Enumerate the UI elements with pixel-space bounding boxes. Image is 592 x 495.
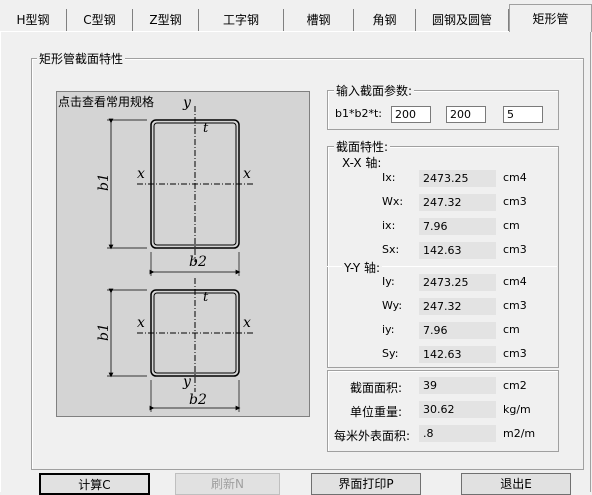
surface-label: 每米外表面积: <box>334 429 411 443</box>
wx-value: 247.32 <box>419 194 496 211</box>
thickness-label-2: t <box>203 290 209 305</box>
b2-input[interactable]: 200 <box>446 106 486 123</box>
calculate-button[interactable]: 计算C <box>39 473 150 495</box>
sx-unit: cm3 <box>503 243 527 256</box>
ix-moment-label: Ix: <box>382 171 396 184</box>
section-drawing <box>107 106 253 412</box>
iy-radius-value: 7.96 <box>419 322 496 339</box>
iy-moment-unit: cm4 <box>503 275 527 288</box>
input-group-title: 输入截面参数: <box>334 82 415 99</box>
tab-bar: H型钢 C型钢 Z型钢 工字钢 槽钢 角钢 圆钢及圆管 矩形管 <box>0 0 592 32</box>
exit-button[interactable]: 退出E <box>461 473 571 495</box>
b2-label-top: b2 <box>189 254 207 270</box>
axis-x-right-label: x <box>243 166 251 182</box>
area-value: 39 <box>419 377 496 394</box>
properties-title: 截面特性: <box>334 138 391 155</box>
sy-unit: cm3 <box>503 347 527 360</box>
ix-radius-unit: cm <box>503 219 520 232</box>
xx-axis-label: X-X 轴: <box>342 156 382 170</box>
thickness-label: t <box>203 121 209 136</box>
wy-unit: cm3 <box>503 299 527 312</box>
tab-c-steel[interactable]: C型钢 <box>67 9 133 31</box>
sx-label: Sx: <box>382 243 400 256</box>
t-input[interactable]: 5 <box>503 106 543 123</box>
tab-rect-tube[interactable]: 矩形管 <box>509 4 592 32</box>
b1-input[interactable]: 200 <box>391 106 431 123</box>
sy-value: 142.63 <box>419 346 496 363</box>
b2-label-bottom: b2 <box>189 392 207 408</box>
iy-moment-label: Iy: <box>382 275 395 288</box>
weight-unit: kg/m <box>503 403 531 416</box>
ix-moment-unit: cm4 <box>503 171 527 184</box>
top-section-shape <box>107 106 253 276</box>
sx-value: 142.63 <box>419 242 496 259</box>
surface-unit: m2/m <box>503 427 536 440</box>
yy-axis-label: Y-Y 轴: <box>342 259 383 276</box>
tab-round[interactable]: 圆钢及圆管 <box>416 9 509 31</box>
sy-label: Sy: <box>382 347 399 360</box>
tab-z-steel[interactable]: Z型钢 <box>133 9 199 31</box>
iy-radius-unit: cm <box>503 323 520 336</box>
axis-x-left-label: x <box>137 166 145 182</box>
axis-y-top-label: y <box>183 95 191 111</box>
ix-radius-label: ix: <box>382 219 396 232</box>
print-page-button[interactable]: 界面打印P <box>311 473 421 495</box>
ix-radius-value: 7.96 <box>419 218 496 235</box>
b1-label-top: b1 <box>95 173 112 191</box>
tab-channel[interactable]: 槽钢 <box>284 9 354 31</box>
iy-moment-value: 2473.25 <box>419 274 496 291</box>
tab-angle[interactable]: 角钢 <box>354 9 416 31</box>
ix-moment-value: 2473.25 <box>419 170 496 187</box>
tab-i-beam[interactable]: 工字钢 <box>199 9 284 31</box>
area-label: 截面面积: <box>350 381 403 395</box>
iy-radius-label: iy: <box>382 323 395 336</box>
section-figure[interactable]: 点击查看常用规格 y x x t b1 b2 x x t b1 y b2 <box>56 91 310 417</box>
weight-label: 单位重量: <box>350 405 403 419</box>
wx-unit: cm3 <box>503 195 527 208</box>
axis-y-bottom-label: y <box>183 374 191 390</box>
wx-label: Wx: <box>382 195 404 208</box>
axis-x-left-label-2: x <box>137 315 145 331</box>
surface-value: .8 <box>419 425 496 442</box>
bottom-section-shape <box>107 278 253 412</box>
group-title: 矩形管截面特性 <box>37 50 126 67</box>
weight-value: 30.62 <box>419 401 496 418</box>
wy-value: 247.32 <box>419 298 496 315</box>
area-unit: cm2 <box>503 379 527 392</box>
b1-label-bottom: b1 <box>95 323 112 341</box>
wy-label: Wy: <box>382 299 403 312</box>
axis-x-right-label-2: x <box>243 315 251 331</box>
tab-h-steel[interactable]: H型钢 <box>0 9 67 31</box>
param-label: b1*b2*t: <box>335 107 382 120</box>
refresh-button[interactable]: 刷新N <box>175 473 280 495</box>
